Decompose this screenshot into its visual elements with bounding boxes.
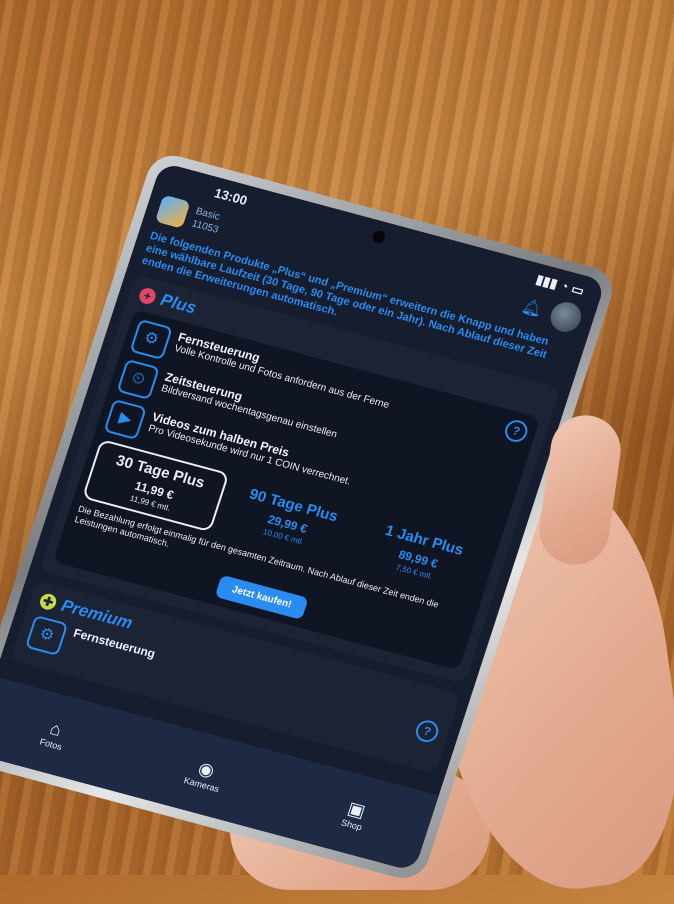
schedule-icon: ⏲︎ (116, 358, 160, 401)
premium-icon: ✚ (37, 592, 59, 612)
help-icon[interactable]: ? (413, 717, 442, 745)
bell-icon[interactable]: 🔔︎ (519, 296, 545, 320)
video-discount-icon: ▶︎ (103, 398, 147, 441)
tab-fotos[interactable]: ⌂ Fotos (39, 716, 70, 752)
plus-icon: + (137, 286, 158, 306)
tab-shop[interactable]: ▣ Shop (340, 797, 370, 831)
help-icon[interactable]: ? (502, 417, 531, 445)
remote-control-icon: ⚙︎ (129, 318, 173, 361)
tab-kameras[interactable]: ◉ Kameras (183, 755, 227, 793)
plus-title-label: Plus (158, 290, 199, 318)
avatar[interactable] (546, 298, 586, 336)
account-info: Basic 11053 (190, 205, 224, 237)
app-logo[interactable] (154, 194, 191, 229)
remote-control-icon: ⚙︎ (24, 614, 69, 657)
